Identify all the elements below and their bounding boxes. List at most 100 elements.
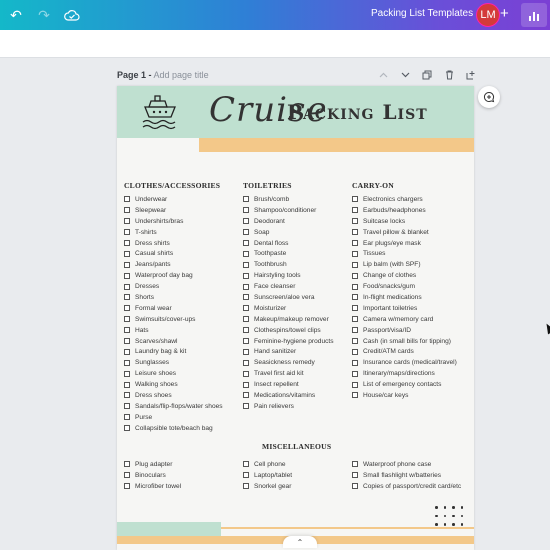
checkbox[interactable] [243,327,249,334]
checklist-item[interactable]: Hairstyling tools [243,270,334,281]
checklist-item[interactable]: Toothpaste [243,248,334,259]
checklist-item[interactable]: Toothbrush [243,259,334,270]
checkbox[interactable] [352,229,358,236]
checklist-item[interactable]: In-flight medications [352,292,457,303]
checklist-item[interactable]: Seasickness remedy [243,357,334,368]
checkbox[interactable] [243,348,249,355]
checkbox[interactable] [352,283,358,290]
checkbox[interactable] [352,370,358,377]
checklist-item[interactable]: Camera w/memory card [352,314,457,325]
checklist-item[interactable]: Cash (in small bills for tipping) [352,336,457,347]
checklist-item[interactable]: Underwear [124,194,223,205]
checkbox[interactable] [124,381,130,388]
checklist-item[interactable]: Jeans/pants [124,259,223,270]
checklist-item[interactable]: Shorts [124,292,223,303]
checklist-item[interactable]: Makeup/makeup remover [243,314,334,325]
checklist-item[interactable]: Passport/visa/ID [352,325,457,336]
checklist-item[interactable]: Face cleanser [243,281,334,292]
checklist-item[interactable]: Sleepwear [124,205,223,216]
checklist-item[interactable]: Change of clothes [352,270,457,281]
checkbox[interactable] [243,392,249,399]
checklist-item[interactable]: Pain relievers [243,401,334,412]
move-page-down-icon[interactable] [398,69,412,81]
checklist-item[interactable]: Copies of passport/credit card/etc [352,481,461,492]
checklist-item[interactable]: Clothespins/towel clips [243,325,334,336]
checkbox[interactable] [243,250,249,257]
checkbox[interactable] [352,461,358,468]
checkbox[interactable] [352,392,358,399]
checkbox[interactable] [352,305,358,312]
checklist-item[interactable]: Formal wear [124,303,223,314]
design-title[interactable]: Packing List Templates [371,8,473,19]
checklist-item[interactable]: Moisturizer [243,303,334,314]
checkbox[interactable] [243,218,249,225]
checkbox[interactable] [352,359,358,366]
checkbox[interactable] [352,218,358,225]
checkbox[interactable] [124,461,130,468]
checkbox[interactable] [124,425,130,432]
duplicate-page-icon[interactable] [420,69,434,81]
checklist-item[interactable]: Travel pillow & blanket [352,227,457,238]
checklist-item[interactable]: Laptop/tablet [243,470,292,481]
checklist-item[interactable]: Ear plugs/eye mask [352,238,457,249]
checkbox[interactable] [124,207,130,214]
checkbox[interactable] [124,261,130,268]
page-scroll-handle[interactable]: ⌃ [283,536,317,548]
checklist-item[interactable]: Tissues [352,248,457,259]
checkbox[interactable] [124,392,130,399]
checkbox[interactable] [243,338,249,345]
add-comment-button[interactable] [478,86,500,108]
checkbox[interactable] [243,207,249,214]
checkbox[interactable] [352,240,358,246]
checkbox[interactable] [352,294,358,301]
checkbox[interactable] [243,370,249,377]
checklist-item[interactable]: Dress shoes [124,390,223,401]
checklist-item[interactable]: Sunscreen/aloe vera [243,292,334,303]
checkbox[interactable] [124,483,130,490]
checkbox[interactable] [124,294,130,301]
add-page-icon[interactable] [464,69,478,81]
checklist-item[interactable]: Undershirts/bras [124,216,223,227]
document-page[interactable]: Cruise Packing List CLOTHES/ACCESSORIES … [117,86,474,550]
checkbox[interactable] [124,403,130,410]
checkbox[interactable] [124,327,130,334]
checkbox[interactable] [243,316,249,323]
checklist-item[interactable]: Soap [243,227,334,238]
checkbox[interactable] [124,370,130,377]
redo-icon[interactable]: ↷ [34,5,54,25]
checklist-item[interactable]: Collapsible tote/beach bag [124,423,223,434]
checkbox[interactable] [124,338,130,345]
add-page-title-input[interactable]: Add page title [154,70,209,80]
checkbox[interactable] [124,283,130,290]
undo-icon[interactable]: ↶ [6,5,26,25]
checkbox[interactable] [124,272,130,279]
share-plus-button[interactable]: + [500,6,509,22]
checkbox[interactable] [243,381,249,388]
checkbox[interactable] [243,196,249,203]
checkbox[interactable] [352,207,358,214]
checkbox[interactable] [124,316,130,323]
checkbox[interactable] [124,250,130,257]
checklist-item[interactable]: List of emergency contacts [352,379,457,390]
checklist-item[interactable]: Brush/comb [243,194,334,205]
checkbox[interactable] [243,403,249,410]
checklist-item[interactable]: Dental floss [243,238,334,249]
checkbox[interactable] [243,472,249,479]
checkbox[interactable] [352,196,358,203]
checklist-item[interactable]: Sandals/flip-flops/water shoes [124,401,223,412]
checkbox[interactable] [124,240,130,246]
checkbox[interactable] [243,261,249,268]
checkbox[interactable] [243,240,249,246]
checklist-item[interactable]: Casual shirts [124,248,223,259]
checkbox[interactable] [124,414,130,421]
checkbox[interactable] [124,305,130,312]
checkbox[interactable] [243,483,249,490]
checkbox[interactable] [243,272,249,279]
checkbox[interactable] [352,272,358,279]
checklist-item[interactable]: Microfiber towel [124,481,181,492]
checklist-item[interactable]: Itinerary/maps/directions [352,368,457,379]
checklist-item[interactable]: Plug adapter [124,459,181,470]
checkbox[interactable] [124,196,130,203]
checklist-item[interactable]: Feminine-hygiene products [243,336,334,347]
avatar[interactable]: LM [476,3,500,27]
